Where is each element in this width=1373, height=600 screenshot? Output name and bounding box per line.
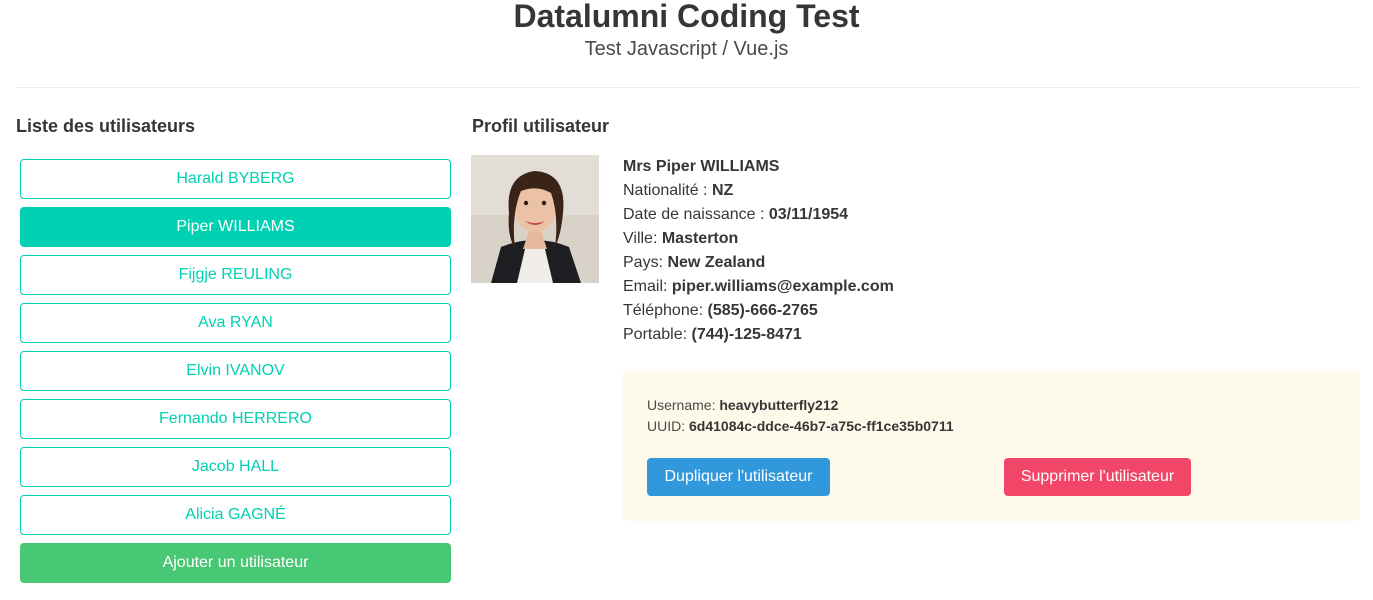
user-button-ava-ryan[interactable]: Ava RYAN — [20, 303, 451, 343]
profile-birthdate: Date de naissance : 03/11/1954 — [623, 206, 849, 223]
user-avatar-photo — [471, 155, 599, 283]
username-row: Username: heavybutterfly212 — [647, 397, 839, 413]
user-list: Harald BYBERG Piper WILLIAMS Fijgje REUL… — [20, 159, 451, 583]
profile-city: Ville: Masterton — [623, 230, 739, 247]
profile-mobile: Portable: (744)-125-8471 — [623, 326, 802, 343]
profile-country: Pays: New Zealand — [623, 254, 766, 271]
user-button-jacob-hall[interactable]: Jacob HALL — [20, 447, 451, 487]
account-panel: Username: heavybutterfly212 UUID: 6d4108… — [623, 371, 1360, 521]
user-button-alicia-gagne[interactable]: Alicia GAGNÉ — [20, 495, 451, 535]
profile-email: Email: piper.williams@example.com — [623, 278, 894, 295]
user-list-title: Liste des utilisateurs — [16, 116, 196, 136]
duplicate-user-button[interactable]: Dupliquer l'utilisateur — [647, 458, 830, 496]
profile-full-name: Mrs Piper WILLIAMS — [623, 158, 780, 175]
profile-phone: Téléphone: (585)-666-2765 — [623, 302, 818, 319]
avatar-illustration — [471, 155, 599, 283]
user-button-fernando-herrero[interactable]: Fernando HERRERO — [20, 399, 451, 439]
user-button-elvin-ivanov[interactable]: Elvin IVANOV — [20, 351, 451, 391]
page-title: Datalumni Coding Test — [513, 0, 860, 34]
add-user-button[interactable]: Ajouter un utilisateur — [20, 543, 451, 583]
user-button-piper-williams[interactable]: Piper WILLIAMS — [20, 207, 451, 247]
header-divider — [16, 87, 1359, 88]
profile-title: Profil utilisateur — [472, 116, 610, 136]
profile-details: Mrs Piper WILLIAMS Nationalité : NZ Date… — [623, 155, 894, 347]
user-button-fijgje-reuling[interactable]: Fijgje REULING — [20, 255, 451, 295]
user-button-harald-byberg[interactable]: Harald BYBERG — [20, 159, 451, 199]
profile-nationality: Nationalité : NZ — [623, 182, 734, 199]
uuid-row: UUID: 6d41084c-ddce-46b7-a75c-ff1ce35b07… — [647, 418, 954, 434]
page-subtitle: Test Javascript / Vue.js — [584, 38, 789, 60]
delete-user-button[interactable]: Supprimer l'utilisateur — [1004, 458, 1191, 496]
